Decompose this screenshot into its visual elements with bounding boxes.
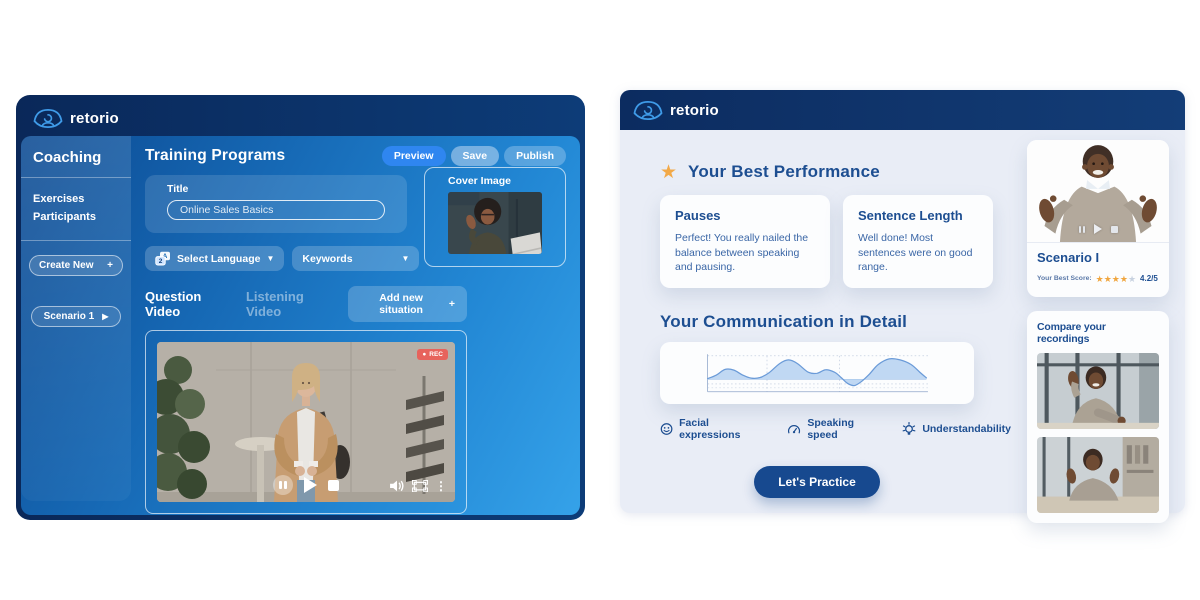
resize-frame-icon[interactable] <box>412 480 428 492</box>
communication-detail-title: Your Communication in Detail <box>660 312 1011 332</box>
page-title: Training Programs <box>145 147 285 165</box>
rating-star-icon: ★ <box>1096 274 1104 284</box>
coaching-window-header: retorio <box>21 100 580 136</box>
title-label: Title <box>167 183 385 195</box>
play-icon: ▶ <box>102 312 108 321</box>
play-button[interactable] <box>304 477 317 493</box>
create-new-button[interactable]: Create New + <box>29 255 123 276</box>
title-panel: Title <box>145 175 407 233</box>
translate-icon: A 2 <box>155 251 171 266</box>
preview-button[interactable]: Preview <box>382 146 446 166</box>
chevron-down-icon: ▼ <box>266 254 274 263</box>
rating-star-icon: ★ <box>1128 274 1136 284</box>
communication-chart <box>668 348 966 398</box>
play-button[interactable] <box>1094 224 1102 234</box>
smiley-icon <box>660 422 673 436</box>
rec-dot-icon: ● <box>422 351 426 358</box>
sentence-length-card-title: Sentence Length <box>858 208 978 223</box>
feedback-window-header: retorio <box>620 90 1185 130</box>
stop-button[interactable] <box>1111 226 1118 233</box>
rating-star-icon: ★ <box>1104 274 1112 284</box>
communication-chart-card <box>660 342 974 404</box>
title-input[interactable] <box>167 200 385 220</box>
cover-image-photo <box>448 192 542 254</box>
legend-understandability: Understandability <box>902 422 1011 437</box>
tab-listening-video[interactable]: Listening Video <box>246 289 334 319</box>
retorio-logo: retorio <box>633 100 719 121</box>
recording-thumbnail-2[interactable] <box>1037 437 1159 513</box>
best-performance-title: Your Best Performance <box>688 162 880 182</box>
feedback-window: retorio ★ Your Best Performance Pauses P… <box>620 90 1185 513</box>
cover-image-label: Cover Image <box>448 175 542 187</box>
sentence-length-card-body: Well done! Most sentences were on good r… <box>858 231 978 275</box>
svg-text:2: 2 <box>159 258 163 265</box>
add-new-situation-button[interactable]: Add new situation + <box>348 286 467 322</box>
rec-badge: ● REC <box>417 349 448 360</box>
compare-recordings-title: Compare your recordings <box>1037 321 1159 345</box>
keywords-dropdown[interactable]: Keywords ▼ <box>292 246 419 271</box>
sidebar: Coaching Exercises Participants Create N… <box>21 136 131 501</box>
lightbulb-icon <box>902 422 916 437</box>
pauses-card-title: Pauses <box>675 208 815 223</box>
retorio-cloud-icon <box>33 108 63 129</box>
sentence-length-card: Sentence Length Well done! Most sentence… <box>843 195 993 288</box>
legend-facial-expressions: Facial expressions <box>660 417 767 441</box>
more-options-icon[interactable]: ⋮ <box>435 480 447 492</box>
pauses-card: Pauses Perfect! You really nailed the ba… <box>660 195 830 288</box>
recording-photo-2 <box>1037 437 1159 513</box>
sidebar-title: Coaching <box>21 136 131 178</box>
pause-button[interactable] <box>1079 226 1085 233</box>
plus-icon: + <box>449 298 455 310</box>
retorio-logo: retorio <box>33 108 119 129</box>
chart-area-fill <box>708 359 927 386</box>
legend-speaking-speed: Speaking speed <box>787 417 882 441</box>
question-video-player[interactable]: ● REC <box>157 342 455 502</box>
volume-icon[interactable] <box>389 479 405 493</box>
star-row: ★★★★★ <box>1096 269 1136 287</box>
compare-recordings-card: Compare your recordings <box>1027 311 1169 523</box>
retorio-cloud-icon <box>633 100 663 121</box>
brand-name: retorio <box>670 102 719 119</box>
tab-question-video[interactable]: Question Video <box>145 289 232 319</box>
publish-button[interactable]: Publish <box>504 146 566 166</box>
star-icon: ★ <box>660 163 677 182</box>
speedometer-icon <box>787 422 801 436</box>
recording-thumbnail-1[interactable] <box>1037 353 1159 429</box>
plus-icon: + <box>107 260 113 271</box>
best-score-label: Your Best Score: <box>1037 275 1092 282</box>
pauses-card-body: Perfect! You really nailed the balance b… <box>675 231 815 275</box>
rating-star-icon: ★ <box>1120 274 1128 284</box>
rating-star-icon: ★ <box>1112 274 1120 284</box>
recording-photo-1 <box>1037 353 1159 429</box>
coaching-window: retorio Coaching Exercises Participants … <box>16 95 585 520</box>
best-score-value: 4.2/5 <box>1140 274 1158 283</box>
stop-button[interactable] <box>328 480 339 491</box>
lets-practice-button[interactable]: Let's Practice <box>754 466 880 498</box>
select-language-button[interactable]: A 2 Select Language ▼ <box>145 246 284 271</box>
question-video-panel: ● REC <box>145 330 467 514</box>
brand-name: retorio <box>70 110 119 127</box>
sidebar-item-participants[interactable]: Participants <box>33 208 119 226</box>
cover-image-panel[interactable]: Cover Image <box>424 167 566 267</box>
save-button[interactable]: Save <box>451 146 500 166</box>
scenario-card: Scenario I Your Best Score: ★★★★★ 4.2/5 <box>1027 140 1169 297</box>
pause-button[interactable] <box>273 475 293 495</box>
sidebar-item-exercises[interactable]: Exercises <box>33 190 119 208</box>
scenario-1-button[interactable]: Scenario 1 ▶ <box>31 306 121 327</box>
scenario-title: Scenario I <box>1037 250 1159 265</box>
scenario-video-player[interactable] <box>1027 140 1169 242</box>
chevron-down-icon: ▼ <box>401 254 409 263</box>
